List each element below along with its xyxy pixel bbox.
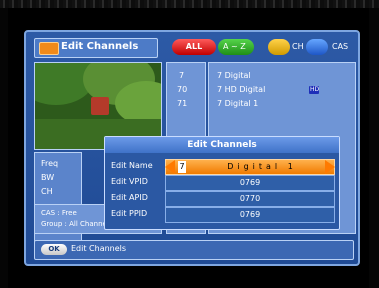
right-black-bar: [369, 8, 379, 288]
status-text: Edit Channels: [71, 244, 127, 253]
tv-screen: Edit Channels ALL A ~ Z CH CAS 7 70 71 7…: [0, 0, 379, 288]
list-item[interactable]: 7 HD Digital HD: [217, 83, 355, 97]
sort-cas-button[interactable]: [306, 39, 328, 55]
edit-vpid-input[interactable]: 0769: [165, 175, 335, 191]
edit-name-value: Digital 1: [227, 162, 297, 171]
list-item[interactable]: 7 Digital 1: [217, 97, 258, 111]
preview-object: [91, 97, 109, 115]
list-item-label: 7 HD Digital: [217, 85, 266, 94]
signal-info-panel: Freq BW CH: [34, 152, 82, 250]
edit-ppid-input[interactable]: 0769: [165, 207, 335, 223]
edit-channels-osd: Edit Channels ALL A ~ Z CH CAS 7 70 71 7…: [24, 30, 360, 266]
left-black-bar: [0, 8, 8, 288]
hd-badge-text: HD: [310, 86, 320, 93]
top-noise-strip: [0, 0, 379, 8]
list-item[interactable]: 7 Digital: [217, 69, 251, 83]
sort-ch-label: CH: [292, 42, 304, 51]
sort-cas-label: CAS: [332, 42, 349, 51]
edit-apid-value: 0770: [239, 194, 261, 203]
freq-label: Freq: [41, 159, 59, 168]
left-arrow-icon[interactable]: [165, 160, 175, 174]
edit-apid-label: Edit APID: [111, 193, 148, 202]
channel-number: 71: [177, 99, 188, 108]
channel-number: 7: [179, 71, 185, 80]
edit-name-label: Edit Name: [111, 161, 153, 170]
edit-ppid-value: 0769: [239, 210, 261, 219]
ch-label: CH: [41, 187, 53, 196]
edit-vpid-label: Edit VPID: [111, 177, 148, 186]
cas-status: CAS : Free: [41, 209, 77, 217]
bw-label: BW: [41, 173, 55, 182]
edit-channel-dialog: Edit Channels Edit Name 7 Digital 1 Edit…: [104, 136, 340, 230]
text-cursor: 7: [178, 161, 186, 173]
right-arrow-icon[interactable]: [325, 160, 335, 174]
ok-button[interactable]: OK: [41, 244, 67, 255]
edit-vpid-value: 0769: [239, 178, 261, 187]
edit-name-input[interactable]: 7 Digital 1: [165, 159, 335, 175]
dialog-title: Edit Channels: [105, 137, 339, 153]
group-status: Group : All Channel: [41, 220, 109, 228]
edit-apid-input[interactable]: 0770: [165, 191, 335, 207]
sort-all-button[interactable]: ALL: [172, 39, 216, 55]
edit-icon: [39, 42, 59, 55]
status-bar: OK Edit Channels: [34, 240, 354, 260]
sort-az-label: A ~ Z: [223, 42, 246, 51]
channel-number: 70: [177, 85, 188, 94]
sort-bar: ALL A ~ Z CH CAS: [172, 38, 354, 56]
edit-ppid-label: Edit PPID: [111, 209, 148, 218]
sort-ch-button[interactable]: [268, 39, 290, 55]
page-title: Edit Channels: [61, 41, 139, 52]
title-bar: Edit Channels: [34, 38, 158, 58]
